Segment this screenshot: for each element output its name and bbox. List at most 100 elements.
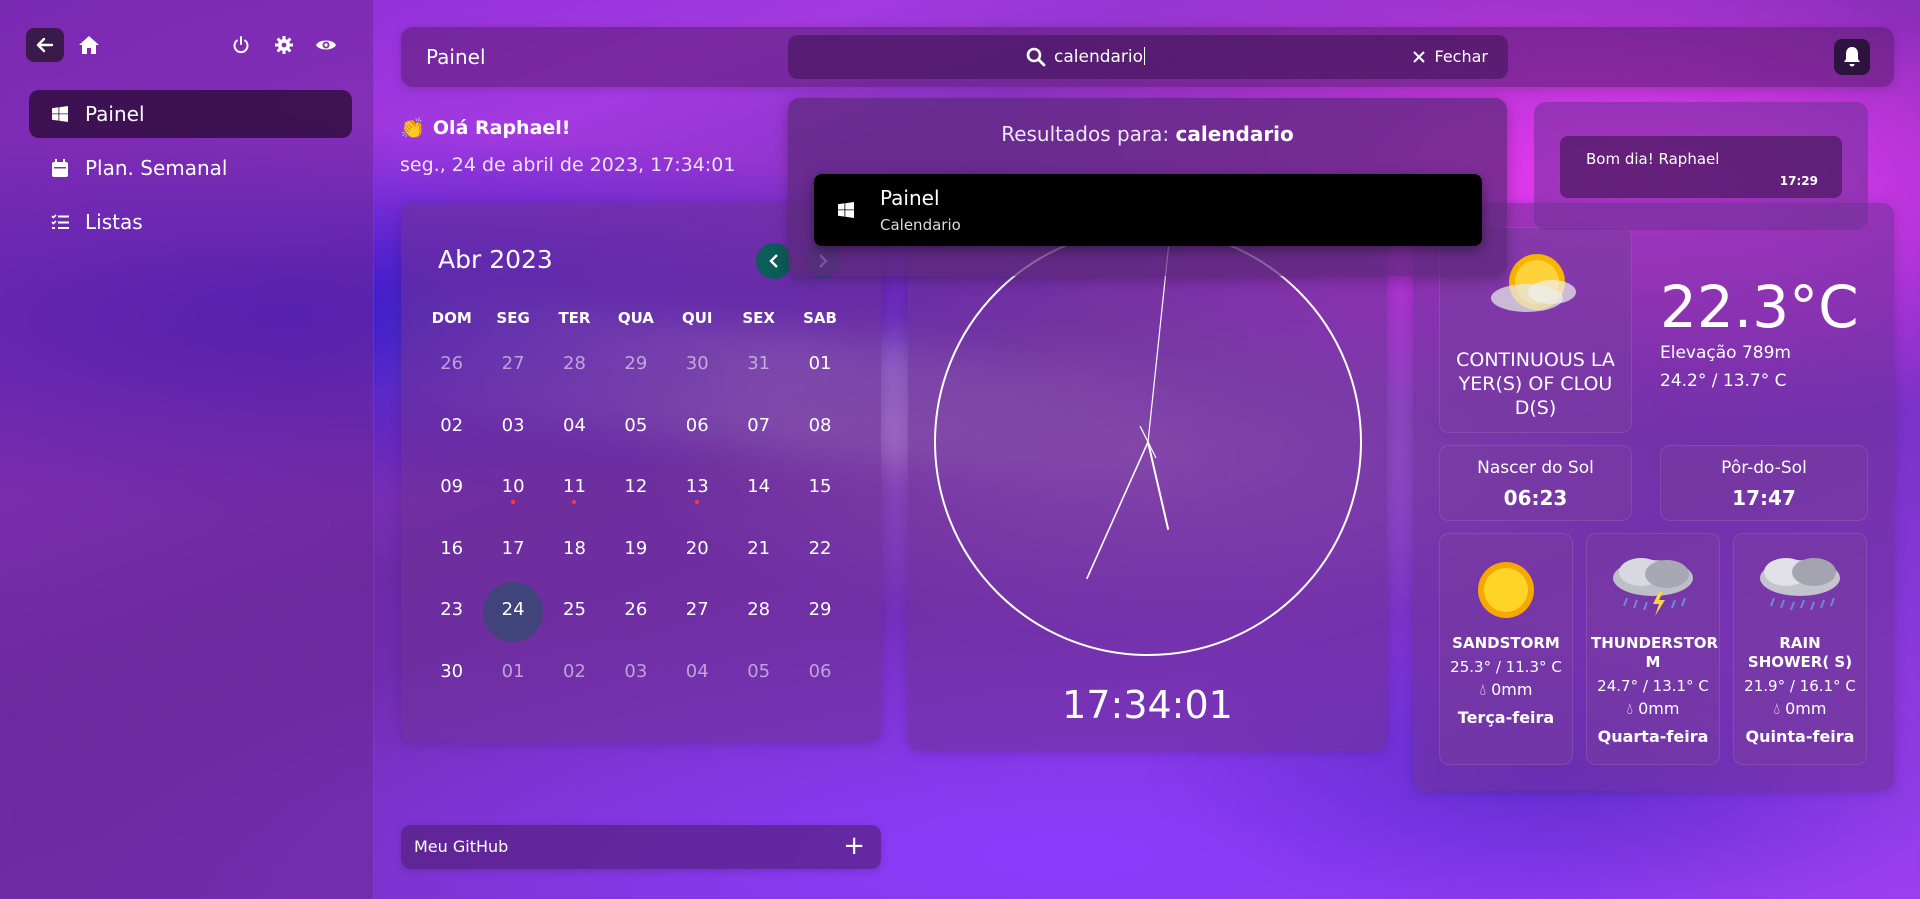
forecast-precip: 💧︎ 0mm [1734,699,1866,719]
calendar-day-number: 24 [501,599,525,621]
calendar-day-number: 27 [685,599,709,621]
forecast-condition: RAIN SHOWER( S) [1747,634,1853,671]
calendar-week-row: 26 27 28 29 30 31 01 [421,333,861,395]
calendar-day-number: 29 [624,353,648,375]
sidebar-item-painel[interactable]: Painel [29,90,352,138]
calendar-day-number: 23 [440,599,464,621]
calendar-day[interactable]: 19 [605,538,666,559]
add-button[interactable]: + [843,831,865,861]
calendar-day[interactable]: 22 [789,538,850,559]
calendar-weekday-header: DOM SEG TER QUA QUI SEX SAB [421,303,861,333]
calendar-day[interactable]: 26 [421,353,482,374]
back-button[interactable] [26,28,64,62]
calendar-day[interactable]: 06 [789,661,850,682]
calendar-day[interactable]: 06 [667,415,728,436]
calendar-day[interactable]: 31 [728,353,789,374]
github-label: Meu GitHub [414,837,509,856]
calendar-day[interactable]: 16 [421,538,482,559]
calendar-day[interactable]: 29 [789,599,850,620]
calendar-day-number: 13 [685,476,709,498]
calendar-day[interactable]: 07 [728,415,789,436]
calendar-day-number: 05 [747,660,771,682]
notification-panel: Bom dia! Raphael 17:29 [1534,102,1868,230]
forecast-temp: 24.7° / 13.1° C [1597,677,1709,695]
github-widget[interactable]: Meu GitHub + [401,825,881,869]
elevation: Elevação 789m [1660,343,1791,363]
forecast-day: Quinta-feira [1745,727,1855,746]
search-input[interactable]: calendario [1054,47,1145,67]
search-result-item[interactable]: Painel Calendario [814,174,1482,246]
calendar-day-number: 12 [624,476,648,498]
calendar-day[interactable]: 04 [667,661,728,682]
calendar-day[interactable]: 18 [544,538,605,559]
gear-icon [275,36,293,54]
calendar-day[interactable]: 04 [544,415,605,436]
power-icon [233,36,249,54]
calendar-day[interactable]: 28 [728,599,789,620]
calendar-day[interactable]: 27 [482,353,543,374]
calendar-day[interactable]: 30 [421,661,482,682]
calendar-day-number: 14 [747,476,771,498]
calendar-day[interactable]: 30 [667,353,728,374]
calendar-day[interactable]: 26 [605,599,666,620]
clock-widget: 17:34:01 [908,203,1387,751]
calendar-day[interactable]: 01 [789,353,850,374]
calendar-day[interactable]: 14 [728,476,789,497]
forecast-precip: 💧︎ 0mm [1587,699,1719,719]
home-button[interactable] [74,30,104,60]
calendar-day[interactable]: 05 [605,415,666,436]
calendar-day[interactable]: 01 [482,661,543,682]
calendar-day[interactable]: 25 [544,599,605,620]
calendar-weekday: QUA [617,309,654,327]
calendar-day-number: 18 [563,537,586,559]
sunset-label: Pôr-do-Sol [1721,458,1807,478]
calendar-day-today[interactable]: 24 [482,581,544,642]
notification-text: Bom dia! Raphael [1586,150,1720,168]
home-icon [79,36,99,54]
settings-button[interactable] [269,30,299,60]
calendar-weekday: QUI [682,309,713,327]
calendar-prev-button[interactable] [756,243,792,279]
calendar-week-row: 16 17 18 19 20 21 22 [421,518,861,580]
arrow-left-icon [36,37,54,53]
calendar-day-number: 04 [563,414,586,436]
calendar-day[interactable]: 09 [421,476,482,497]
calendar-day-number: 03 [501,414,525,436]
calendar-day[interactable]: 02 [421,415,482,436]
calendar-day[interactable]: 29 [605,353,666,374]
calendar-day[interactable]: 28 [544,353,605,374]
rain-icon [1760,558,1840,611]
calendar-day[interactable]: 13 [667,476,728,505]
calendar-weekday: SEG [496,309,530,327]
current-minmax: 24.2° / 13.7° C [1660,371,1787,391]
sidebar-item-listas[interactable]: Listas [29,198,352,246]
calendar-day[interactable]: 15 [789,476,850,497]
calendar-day[interactable]: 03 [482,415,543,436]
notifications-button[interactable] [1834,39,1870,75]
close-search-button[interactable]: Fechar [1412,47,1488,66]
power-button[interactable] [226,30,256,60]
sunrise-card: Nascer do Sol 06:23 [1439,445,1632,521]
calendar-day[interactable]: 21 [728,538,789,559]
drop-icon: 💧︎ [1479,680,1486,699]
calendar-day-number: 28 [747,599,771,621]
calendar-day-number: 06 [685,414,709,436]
visibility-button[interactable] [311,30,341,60]
sidebar-item-plan-semanal[interactable]: Plan. Semanal [29,144,352,192]
calendar-day[interactable]: 10 [482,476,543,505]
calendar-day[interactable]: 03 [605,661,666,682]
search-bar[interactable]: calendario Fechar [788,35,1508,79]
notification-item[interactable]: Bom dia! Raphael 17:29 [1560,136,1842,198]
calendar-day[interactable]: 08 [789,415,850,436]
calendar-weekday: SEX [742,309,775,327]
current-datetime: seg., 24 de abril de 2023, 17:34:01 [400,154,736,176]
calendar-day[interactable]: 12 [605,476,666,497]
calendar-day[interactable]: 17 [482,538,543,559]
calendar-day[interactable]: 20 [667,538,728,559]
calendar-day[interactable]: 23 [421,599,482,620]
calendar-day[interactable]: 05 [728,661,789,682]
calendar-day[interactable]: 11 [544,476,605,505]
calendar-day[interactable]: 27 [667,599,728,620]
calendar-day[interactable]: 02 [544,661,605,682]
forecast-condition: THUNDERSTOR M [1591,634,1719,671]
